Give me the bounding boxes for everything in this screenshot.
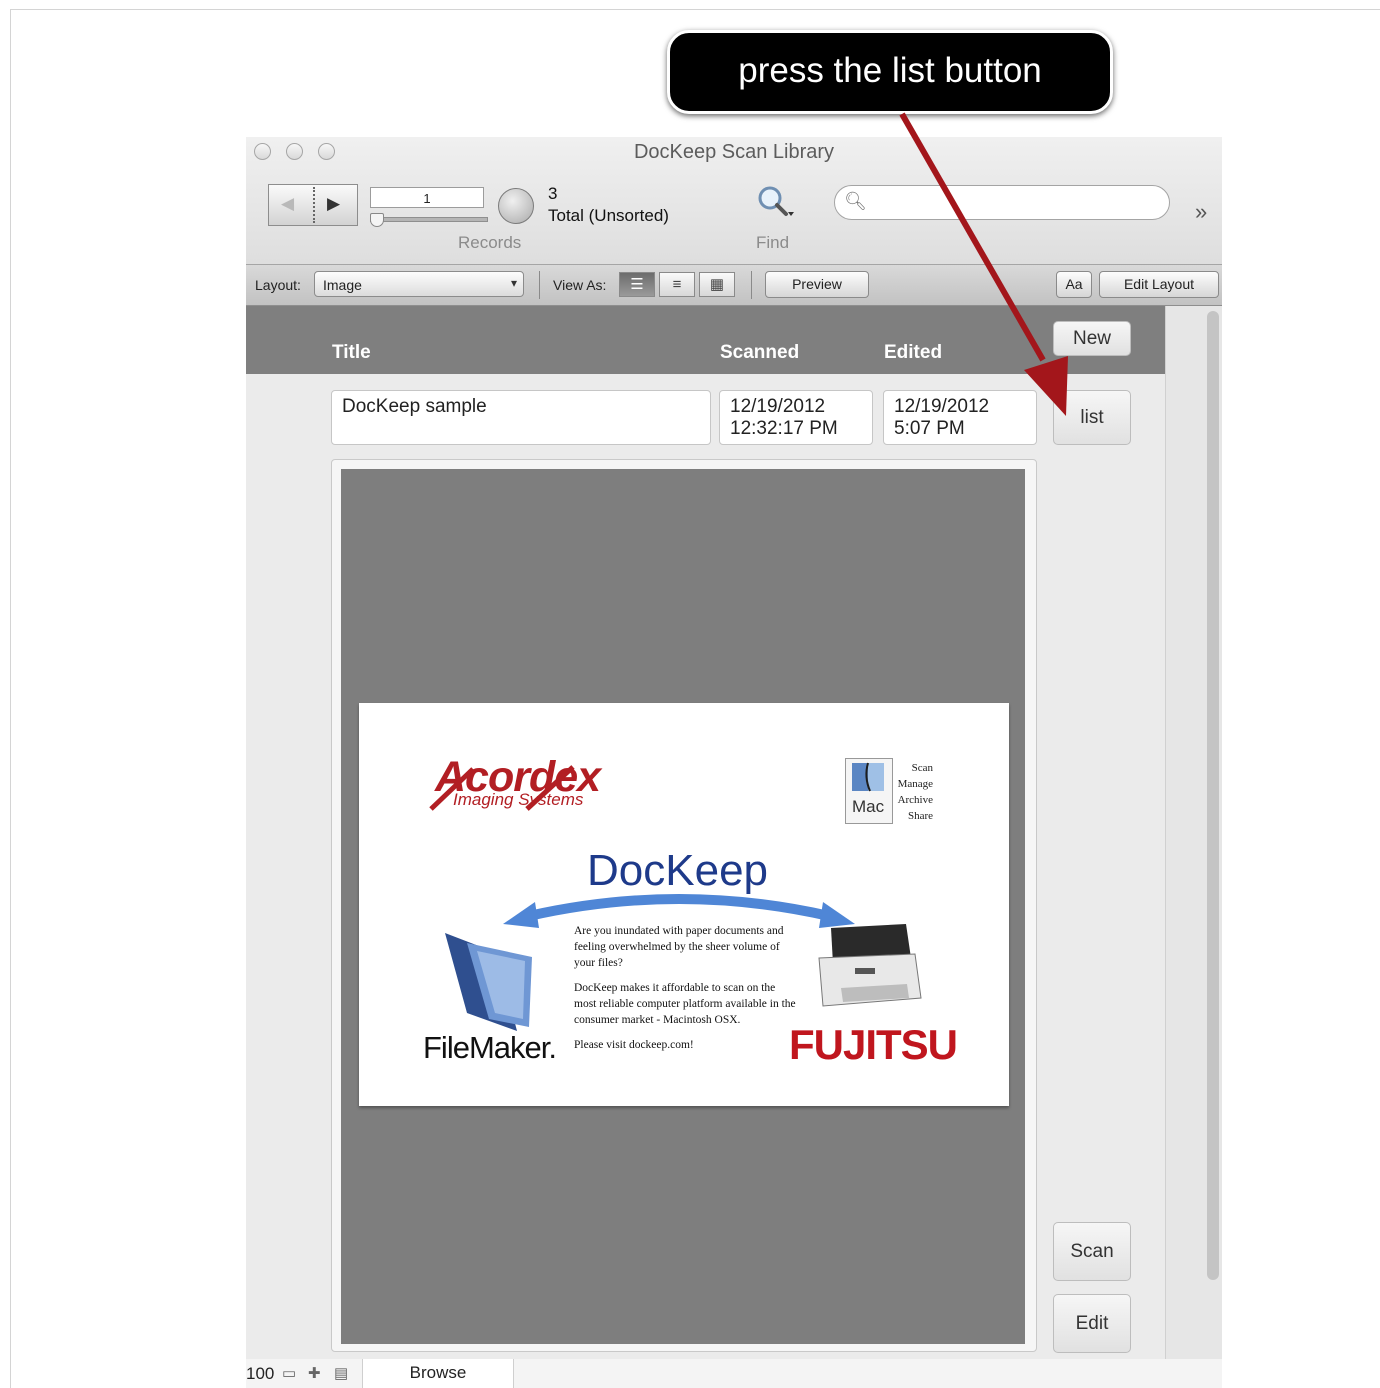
zoom-in-icon[interactable]: ✚ xyxy=(308,1364,321,1382)
search-icon: 🔍︎ xyxy=(844,191,867,211)
mac-feature-item: Scan xyxy=(911,762,933,774)
frame-border-left xyxy=(10,9,11,1388)
new-button[interactable]: New xyxy=(1053,321,1131,356)
find-label: Find xyxy=(756,233,790,252)
font-size-button[interactable]: Aa xyxy=(1056,271,1092,298)
found-count: 3 Total (Unsorted) xyxy=(548,183,669,227)
scanned-column-header: Scanned xyxy=(720,342,800,363)
next-record-icon[interactable]: ▶ xyxy=(327,194,340,214)
view-as-list-button[interactable]: ≡ xyxy=(659,272,695,297)
view-as-table-button[interactable]: ▦ xyxy=(699,272,735,297)
layout-bar: Layout: Image ▾ View As: ☰ ≡ ▦ Preview A… xyxy=(246,264,1222,306)
separator xyxy=(539,271,540,299)
mac-feature-item: Archive xyxy=(897,794,933,806)
found-count-number: 3 xyxy=(548,184,558,203)
promo-paragraph: Please visit dockeep.com! xyxy=(574,1039,694,1051)
toolbar-toggle-icon[interactable]: ▤ xyxy=(334,1364,348,1382)
title-column-header: Title xyxy=(332,342,371,363)
record-slider[interactable] xyxy=(370,217,488,222)
separator xyxy=(751,271,752,299)
view-as-label: View As: xyxy=(553,277,607,293)
scanned-date: 12/19/2012 xyxy=(730,396,826,417)
frame-border-top xyxy=(10,9,1380,10)
imaging-systems-text: Imaging Systems xyxy=(453,790,584,809)
record-slider-thumb[interactable] xyxy=(370,213,384,227)
title-field[interactable]: DocKeep sample xyxy=(331,390,711,445)
chevron-double-right-icon[interactable]: » xyxy=(1195,199,1207,225)
status-bar: 100 ▭ ✚ ▤ Browse xyxy=(246,1359,1222,1388)
mac-feature-item: Share xyxy=(907,810,933,822)
list-button[interactable]: list xyxy=(1053,390,1131,445)
fujitsu-logo-text: FUJITSU xyxy=(789,1021,958,1068)
window-title: DocKeep Scan Library xyxy=(633,141,835,163)
layout-content: Title Scanned Edited New DocKeep sample … xyxy=(246,306,1222,1388)
filemaker-logo-text: FileMaker. xyxy=(423,1030,557,1065)
mac-label: Mac xyxy=(852,797,885,816)
view-as-form-button[interactable]: ☰ xyxy=(619,272,655,297)
mode-indicator[interactable]: Browse xyxy=(362,1359,514,1388)
quick-find-search[interactable]: 🔍︎ xyxy=(834,185,1170,220)
titlebar: DocKeep Scan Library ◀ ▶ 1 3 Total (Unso… xyxy=(246,137,1222,264)
scan-button[interactable]: Scan xyxy=(1053,1222,1131,1281)
mac-feature-item: Manage xyxy=(897,778,933,790)
callout-text: press the list button xyxy=(738,51,1042,90)
layout-select[interactable]: Image ▾ xyxy=(314,271,524,297)
previous-record-icon[interactable]: ◀ xyxy=(281,194,294,214)
scanned-time: 12:32:17 PM xyxy=(730,418,838,439)
app-window: DocKeep Scan Library ◀ ▶ 1 3 Total (Unso… xyxy=(246,137,1222,1388)
promo-paragraph: Are you inundated with paper documents a… xyxy=(574,925,784,969)
book-spring-icon xyxy=(313,187,316,223)
tutorial-callout: press the list button xyxy=(667,30,1113,114)
records-label: Records xyxy=(458,233,522,252)
popup-arrows-icon: ▾ xyxy=(510,276,517,290)
found-set-pie-icon xyxy=(498,188,534,224)
scanned-document-image: Acordex Imaging Systems Mac Scan Manage … xyxy=(359,703,1009,1106)
preview-button[interactable]: Preview xyxy=(765,271,869,298)
promo-paragraph: DocKeep makes it affordable to scan on t… xyxy=(574,982,796,1026)
mac-feature-list: Scan Manage Archive Share xyxy=(893,760,933,824)
edited-field[interactable]: 12/19/2012 5:07 PM xyxy=(883,390,1037,445)
fujitsu-scanner-icon xyxy=(818,924,922,1007)
layout-select-value: Image xyxy=(323,277,362,293)
edit-button[interactable]: Edit xyxy=(1053,1294,1131,1353)
edit-layout-button[interactable]: Edit Layout xyxy=(1099,271,1219,298)
layout-label: Layout: xyxy=(255,277,301,293)
found-count-status: Total (Unsorted) xyxy=(548,206,669,225)
promo-text: Are you inundated with paper documents a… xyxy=(574,923,800,1062)
zoom-level[interactable]: 100 xyxy=(246,1364,274,1384)
scanned-field[interactable]: 12/19/2012 12:32:17 PM xyxy=(719,390,873,445)
header-band: Title Scanned Edited xyxy=(246,306,1165,374)
edited-time: 5:07 PM xyxy=(894,418,965,439)
edited-column-header: Edited xyxy=(884,342,943,363)
search-input[interactable] xyxy=(871,192,1155,216)
find-icon[interactable] xyxy=(755,183,795,221)
zoom-out-icon[interactable]: ▭ xyxy=(282,1364,296,1382)
edited-date: 12/19/2012 xyxy=(894,396,990,417)
current-record-field[interactable]: 1 xyxy=(370,187,484,208)
record-navigation-book[interactable]: ◀ ▶ xyxy=(268,184,358,226)
scrollbar-thumb[interactable] xyxy=(1207,311,1219,1280)
filemaker-folder-icon xyxy=(445,933,532,1031)
